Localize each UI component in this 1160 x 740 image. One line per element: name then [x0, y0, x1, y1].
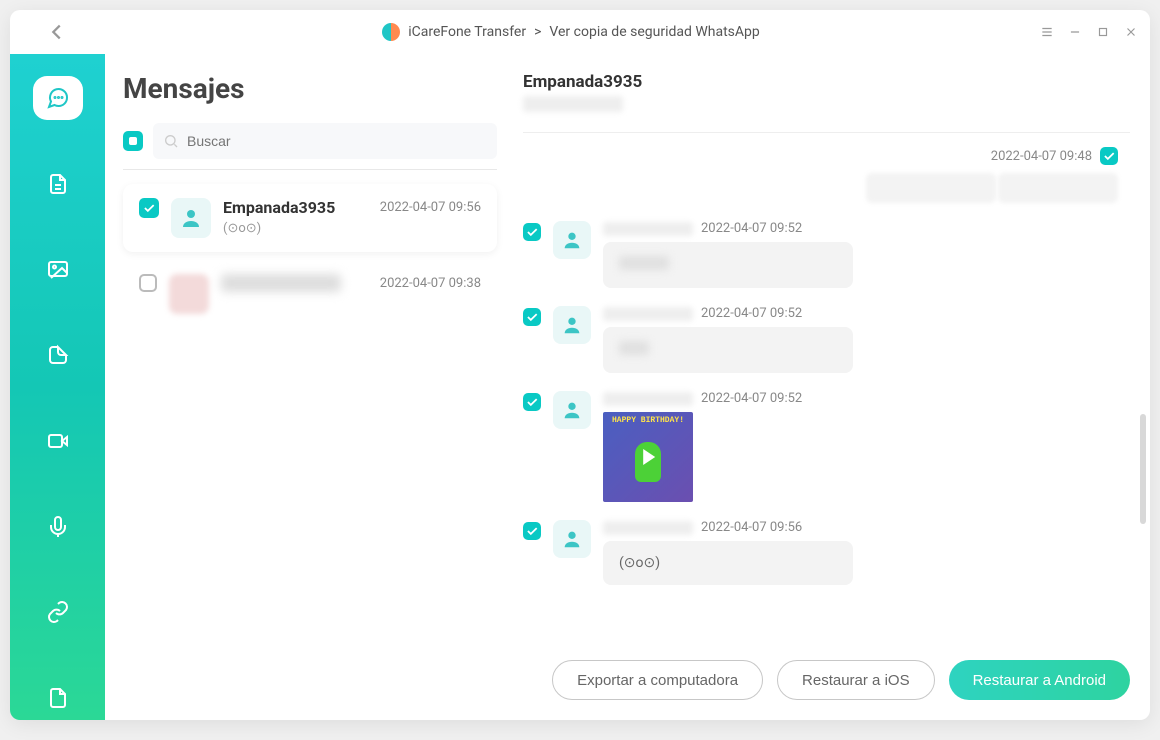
message-checkbox[interactable] [1100, 147, 1118, 165]
message-time: 2022-04-07 09:52 [701, 391, 802, 406]
chat-phone-redacted [523, 96, 623, 112]
message-in: 2022-04-07 09:52 [523, 221, 1118, 288]
sidebar-item-links[interactable] [33, 591, 83, 635]
search-input[interactable] [187, 133, 487, 149]
message-bubble [603, 242, 853, 288]
message-time: 2022-04-07 09:52 [701, 221, 802, 236]
sidebar-item-videos[interactable] [33, 419, 83, 463]
conversation-item[interactable]: Empanada3935 2022-04-07 09:56 (⊙o⊙) [123, 184, 497, 252]
message-in: 2022-04-07 09:52 [523, 306, 1118, 373]
avatar [553, 391, 591, 429]
chat-date-label: 2022-04-07 09:48 [991, 149, 1092, 164]
sender-name-redacted [603, 392, 693, 406]
message-bubble [603, 327, 853, 373]
maximize-button[interactable] [1096, 25, 1110, 39]
sender-name-redacted [603, 521, 693, 535]
chat-pane: Empanada3935 2022-04-07 09:48 [505, 54, 1150, 720]
select-all-checkbox[interactable] [123, 131, 143, 151]
avatar [553, 221, 591, 259]
avatar [553, 306, 591, 344]
restore-ios-button[interactable]: Restaurar a iOS [777, 660, 935, 700]
sender-name-redacted [603, 307, 693, 321]
sidebar-item-stickers[interactable] [33, 333, 83, 377]
message-checkbox[interactable] [523, 223, 541, 241]
sidebar-item-files[interactable] [33, 676, 83, 720]
conversation-time: 2022-04-07 09:38 [380, 276, 481, 291]
message-checkbox[interactable] [523, 393, 541, 411]
conversation-preview: (⊙o⊙) [223, 221, 481, 236]
avatar [171, 198, 211, 238]
breadcrumb-page: Ver copia de seguridad WhatsApp [549, 24, 759, 40]
message-checkbox[interactable] [523, 308, 541, 326]
footer-actions: Exportar a computadora Restaurar a iOS R… [523, 644, 1130, 720]
conversation-time: 2022-04-07 09:56 [380, 200, 481, 215]
avatar [553, 520, 591, 558]
sender-name-redacted [603, 222, 693, 236]
message-time: 2022-04-07 09:52 [701, 306, 802, 321]
app-logo-icon [382, 23, 400, 41]
sidebar [10, 54, 105, 720]
message-out [523, 173, 1118, 203]
page-title: Mensajes [123, 72, 497, 105]
titlebar: iCareFone Transfer > Ver copia de seguri… [10, 10, 1150, 54]
conversation-name-redacted [221, 274, 341, 292]
video-thumbnail[interactable]: HAPPY BIRTHDAY! [603, 412, 693, 502]
minimize-button[interactable] [1068, 25, 1082, 39]
chat-contact-name: Empanada3935 [523, 72, 1130, 92]
video-caption: HAPPY BIRTHDAY! [603, 416, 693, 425]
restore-android-button[interactable]: Restaurar a Android [949, 660, 1130, 700]
conversation-name: Empanada3935 [223, 198, 335, 217]
menu-icon[interactable] [1040, 25, 1054, 39]
conversation-item[interactable]: 2022-04-07 09:38 [123, 260, 497, 328]
search-input-wrapper[interactable] [153, 123, 497, 159]
message-checkbox[interactable] [523, 522, 541, 540]
sidebar-item-audio[interactable] [33, 505, 83, 549]
conversation-checkbox[interactable] [139, 274, 157, 292]
app-name: iCareFone Transfer [408, 24, 526, 40]
message-time: 2022-04-07 09:56 [701, 520, 802, 535]
export-button[interactable]: Exportar a computadora [552, 660, 763, 700]
search-icon [163, 133, 179, 149]
close-button[interactable] [1124, 25, 1138, 39]
back-button[interactable] [42, 17, 72, 47]
message-in: 2022-04-07 09:52 HAPPY BIRTHDAY! [523, 391, 1118, 502]
play-icon [643, 449, 655, 465]
sidebar-item-messages[interactable] [33, 76, 83, 120]
message-in: 2022-04-07 09:56 (⊙o⊙) [523, 520, 1118, 585]
conversation-list-pane: Mensajes Empanada3935 [105, 54, 505, 720]
conversation-checkbox[interactable] [139, 198, 159, 218]
scrollbar[interactable] [1140, 414, 1146, 524]
breadcrumb: iCareFone Transfer > Ver copia de seguri… [382, 23, 760, 41]
sidebar-item-documents[interactable] [33, 162, 83, 206]
sidebar-item-images[interactable] [33, 248, 83, 292]
message-bubble: (⊙o⊙) [603, 541, 853, 585]
avatar [169, 274, 209, 314]
